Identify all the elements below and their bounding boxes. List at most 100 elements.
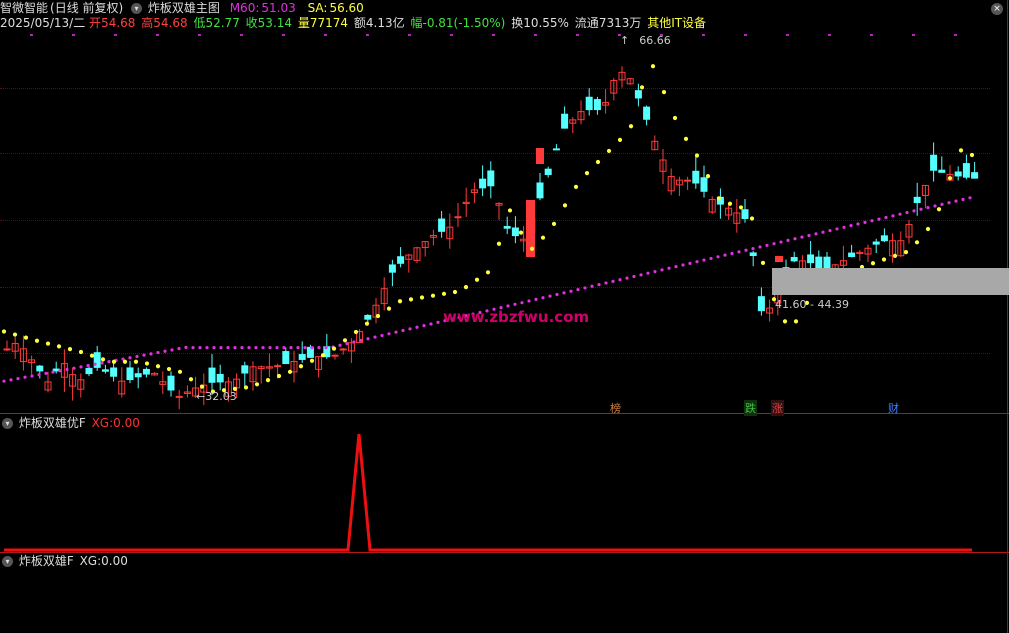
sa-dot <box>595 159 601 165</box>
candle-body <box>684 179 692 182</box>
m60-dot <box>205 346 209 350</box>
sa-dot <box>155 364 161 369</box>
m60-dot <box>856 222 860 226</box>
sa-dot <box>749 216 755 221</box>
m60-dot <box>359 338 363 342</box>
sa-dot <box>584 171 590 176</box>
m60-dot <box>863 220 867 224</box>
sa-dot <box>111 359 117 364</box>
m60-dot <box>919 207 923 211</box>
sa-dot <box>485 270 491 275</box>
sa-dot <box>892 253 898 258</box>
panel2-xg-label: XG: <box>91 416 114 430</box>
candle-body <box>954 171 962 177</box>
m60-dot <box>30 374 34 378</box>
sa-dot <box>375 313 381 319</box>
m60-dot <box>58 369 62 373</box>
candle-body <box>749 252 757 256</box>
sa-dot <box>243 385 249 390</box>
sa-dot <box>166 366 172 372</box>
sa-dot <box>903 250 909 255</box>
m60-dot <box>821 230 825 234</box>
sa-dot <box>430 293 436 298</box>
m60-dot <box>639 273 643 277</box>
candle-body <box>544 168 552 176</box>
m60-dot <box>387 332 391 336</box>
sa-dot <box>782 319 788 324</box>
candle-body <box>3 348 11 351</box>
high-price-marker: ↑ 66.66 <box>620 34 671 47</box>
m60-dot <box>646 271 650 275</box>
m60-dot <box>884 215 888 220</box>
sa-dot <box>386 306 392 311</box>
m60-dot <box>730 251 734 256</box>
m60-dot <box>723 253 727 257</box>
m60-dot <box>583 286 587 290</box>
sa-dot <box>617 137 623 142</box>
sa-dot <box>34 338 40 343</box>
m60-dot <box>891 214 895 218</box>
candle-body <box>142 368 150 375</box>
m60-dot <box>597 283 601 287</box>
m60-dot <box>786 238 790 243</box>
panel3-name[interactable]: 炸板双雄F <box>19 554 74 568</box>
candle-body <box>536 182 544 199</box>
sa-dot <box>628 124 634 129</box>
sa-dot <box>67 347 73 352</box>
event-marker-bang[interactable]: 榜 <box>609 400 622 416</box>
sa-dot <box>507 208 513 213</box>
ruler-dot <box>450 34 453 36</box>
candle-body <box>536 148 544 164</box>
candle-body <box>503 226 511 229</box>
m60-dot <box>912 209 916 213</box>
m60-dot <box>338 343 342 347</box>
m60-dot <box>135 354 139 359</box>
candle-body <box>880 235 888 242</box>
candle-body <box>807 254 815 264</box>
sa-dot <box>672 115 678 121</box>
m60-dot <box>9 378 13 382</box>
ruler-dot <box>156 34 159 36</box>
m60-dot <box>940 202 944 206</box>
m60-dot <box>681 263 685 267</box>
chevron-down-icon[interactable]: ▾ <box>2 556 13 567</box>
m60-dot <box>72 366 76 370</box>
xg-signal-line <box>4 433 972 552</box>
event-marker-cai[interactable]: 财 <box>887 400 900 416</box>
m60-dot <box>709 256 713 261</box>
sa-dot <box>793 319 799 324</box>
sa-dot <box>463 285 469 290</box>
m60-dot <box>933 204 937 208</box>
candle-body <box>101 369 109 372</box>
m60-dot <box>716 255 720 259</box>
sa-dot <box>562 203 568 208</box>
candle-body <box>741 209 749 220</box>
ruler-dot <box>702 34 705 36</box>
m60-dot <box>961 197 965 202</box>
m60-dot <box>415 325 419 329</box>
candle-body <box>848 252 856 258</box>
chevron-down-icon[interactable]: ▾ <box>2 418 13 429</box>
panel2-name[interactable]: 炸板双雄优F <box>19 416 86 430</box>
candle-body <box>962 163 970 178</box>
m60-dot <box>849 224 853 228</box>
m60-dot <box>947 201 951 205</box>
m60-dot <box>926 206 930 210</box>
m60-dot <box>814 232 818 236</box>
m60-dot <box>667 266 671 270</box>
event-marker-die[interactable]: 跌 <box>744 400 757 416</box>
candle-body <box>134 373 142 378</box>
sa-dot <box>716 196 722 201</box>
candle-body <box>175 395 183 398</box>
event-marker-zhang[interactable]: 涨 <box>771 400 784 416</box>
ruler-dot <box>576 34 579 36</box>
sa-dot <box>1 329 7 334</box>
sa-dot <box>331 346 337 351</box>
m60-dot <box>156 350 160 355</box>
m60-dot <box>408 327 412 331</box>
m60-dot <box>352 340 356 344</box>
sa-dot <box>650 64 656 69</box>
m60-dot <box>422 324 426 328</box>
sa-dot <box>639 85 645 90</box>
candle-body <box>930 154 938 171</box>
